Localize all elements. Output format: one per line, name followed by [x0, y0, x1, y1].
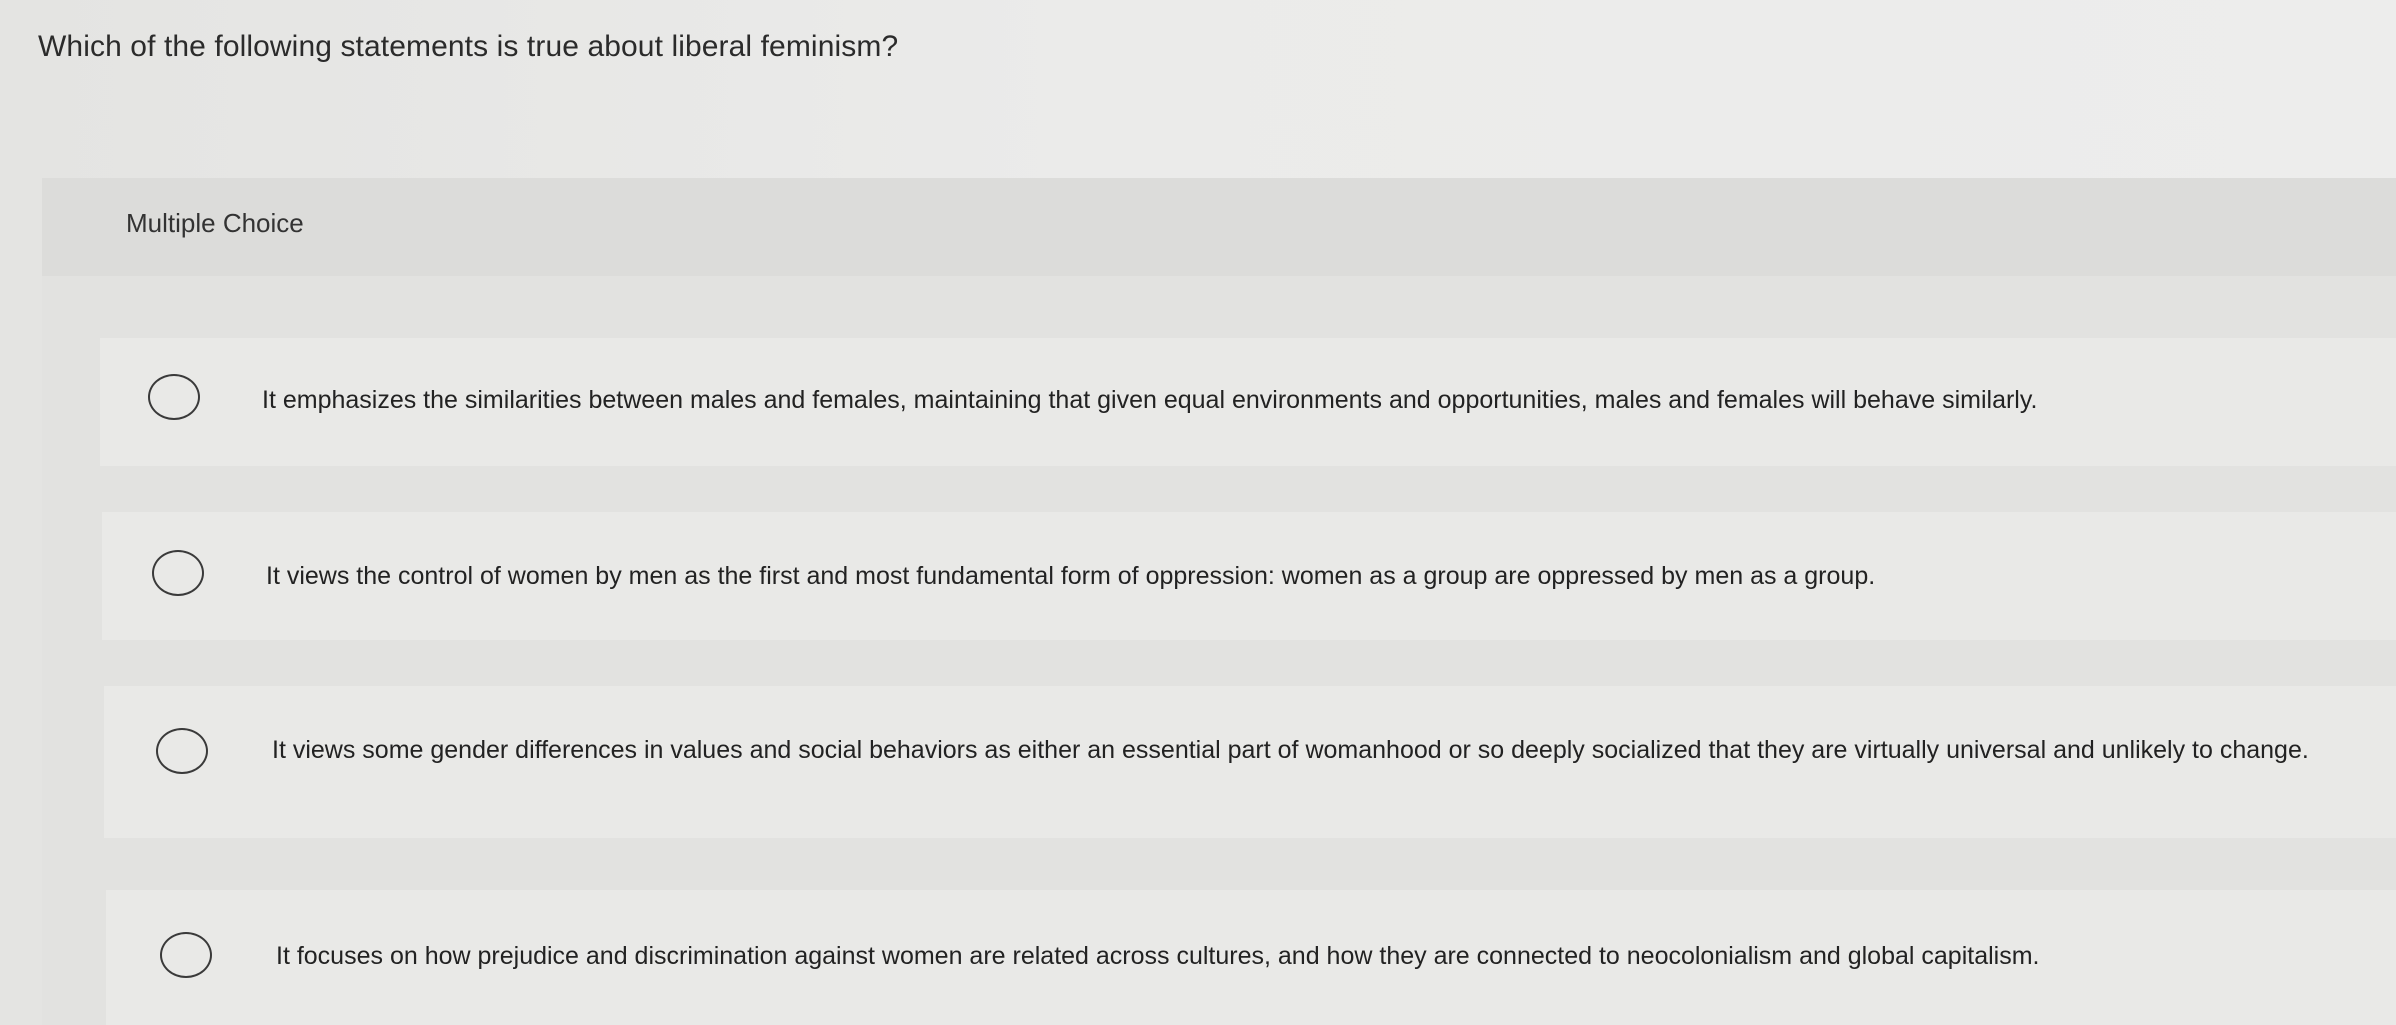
question-prompt: Which of the following statements is tru…	[38, 30, 899, 63]
radio-button-option-2[interactable]	[152, 550, 204, 596]
quiz-page: Which of the following statements is tru…	[0, 0, 2396, 1025]
answer-option-3-text: It views some gender differences in valu…	[272, 736, 2309, 764]
radio-button-option-4[interactable]	[160, 932, 212, 978]
answer-option-2-text: It views the control of women by men as …	[266, 562, 1876, 590]
answer-option-3[interactable]: It views some gender differences in valu…	[104, 686, 2396, 838]
answer-option-1-text: It emphasizes the similarities between m…	[262, 386, 2038, 414]
multiple-choice-label: Multiple Choice	[126, 208, 304, 238]
answer-option-4[interactable]: It focuses on how prejudice and discrimi…	[106, 890, 2396, 1025]
multiple-choice-header: Multiple Choice	[42, 178, 2396, 276]
multiple-choice-panel: Multiple Choice It emphasizes the simila…	[42, 178, 2396, 1025]
answer-option-1[interactable]: It emphasizes the similarities between m…	[100, 338, 2396, 466]
answer-option-4-text: It focuses on how prejudice and discrimi…	[276, 942, 2040, 970]
radio-button-option-1[interactable]	[148, 374, 200, 420]
radio-button-option-3[interactable]	[156, 728, 208, 774]
answer-option-2[interactable]: It views the control of women by men as …	[102, 512, 2396, 640]
